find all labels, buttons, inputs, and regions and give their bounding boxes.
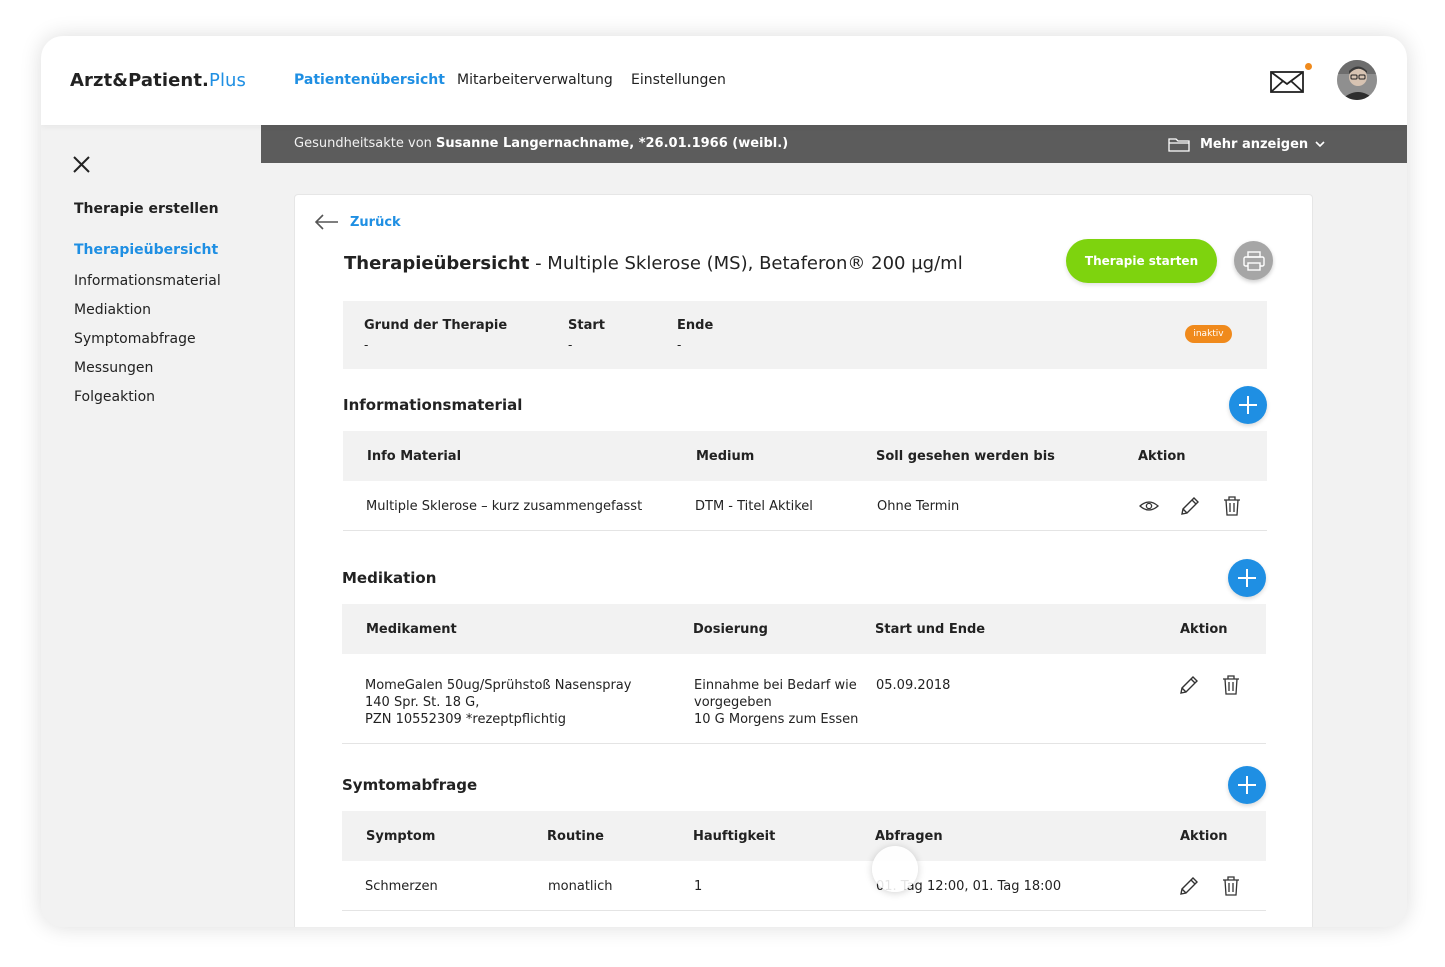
add-medication-button[interactable] xyxy=(1228,559,1266,597)
info-material-title: Informationsmaterial xyxy=(343,396,523,414)
column-header: Aktion xyxy=(1138,449,1186,464)
end-label: Ende xyxy=(677,318,714,333)
drug-line: PZN 10552309 *rezeptpflichtig xyxy=(365,712,567,727)
table-cell: DTM - Titel Aktikel xyxy=(695,499,813,514)
column-header: Soll gesehen werden bis xyxy=(876,449,1055,464)
start-therapy-button[interactable]: Therapie starten xyxy=(1066,239,1217,283)
dose-line: Einnahme bei Bedarf wie xyxy=(694,678,857,693)
edit-icon[interactable] xyxy=(1179,495,1201,517)
nav-staff-management[interactable]: Mitarbeiterverwaltung xyxy=(457,72,613,88)
status-badge: inaktiv xyxy=(1185,325,1232,343)
brand-name: Arzt&Patient. xyxy=(70,70,209,91)
notification-dot xyxy=(1305,63,1312,70)
plus-icon xyxy=(1238,569,1256,587)
page-title: Therapieübersicht - Multiple Sklerose (M… xyxy=(344,253,963,274)
sidebar-item-therapy-overview[interactable]: Therapieübersicht xyxy=(74,242,218,258)
table-cell: Ohne Termin xyxy=(877,499,960,514)
table-row: Multiple Sklerose – kurz zusammengefasst… xyxy=(343,481,1267,531)
nav-patient-overview[interactable]: Patientenübersicht xyxy=(294,72,445,88)
column-header: Abfragen xyxy=(875,829,943,844)
dose-line: 10 G Morgens zum Essen xyxy=(694,712,859,727)
column-header: Routine xyxy=(547,829,604,844)
health-record-bar: Gesundheitsakte von Susanne Langernachna… xyxy=(261,125,1407,163)
health-record-label: Gesundheitsakte von Susanne Langernachna… xyxy=(294,136,788,151)
health-record-prefix: Gesundheitsakte von xyxy=(294,136,432,151)
brand-logo[interactable]: Arzt&Patient.Plus xyxy=(70,70,246,91)
sidebar-item-info-material[interactable]: Informationsmaterial xyxy=(74,273,221,289)
end-value: - xyxy=(677,338,682,352)
delete-icon[interactable] xyxy=(1221,495,1243,517)
start-label: Start xyxy=(568,318,605,333)
envelope-icon[interactable] xyxy=(1270,70,1304,94)
avatar-portrait xyxy=(1337,60,1377,100)
print-button[interactable] xyxy=(1234,241,1273,280)
table-row: Schmerzen monatlich 1 01. Tag 12:00, 01.… xyxy=(342,861,1266,911)
column-header: Symptom xyxy=(366,829,436,844)
drug-line: MomeGalen 50ug/Sprühstoß Nasenspray xyxy=(365,678,632,693)
touch-cursor-indicator xyxy=(872,846,918,892)
date-cell: 05.09.2018 xyxy=(876,678,951,693)
app-window: Arzt&Patient.Plus Patientenübersicht Mit… xyxy=(41,36,1407,927)
delete-icon[interactable] xyxy=(1220,875,1242,897)
user-avatar[interactable] xyxy=(1337,60,1377,100)
brand-plus: Plus xyxy=(208,70,247,91)
back-label: Zurück xyxy=(350,214,401,230)
sidebar-title: Therapie erstellen xyxy=(74,201,219,217)
medication-table-header: Medikament Dosierung Start und Ende Akti… xyxy=(342,604,1266,654)
medication-title: Medikation xyxy=(342,569,437,587)
sidebar-item-mediaktion[interactable]: Mediaktion xyxy=(74,302,151,318)
reason-value: - xyxy=(364,338,369,352)
therapy-card: Zurück Therapieübersicht - Multiple Skle… xyxy=(294,194,1313,927)
column-header: Medikament xyxy=(366,622,457,637)
sidebar-item-symptom-query[interactable]: Symptomabfrage xyxy=(74,331,196,347)
column-header: Info Material xyxy=(367,449,462,464)
column-header: Aktion xyxy=(1180,829,1228,844)
column-header: Dosierung xyxy=(693,622,768,637)
show-more-button[interactable]: Mehr anzeigen xyxy=(1168,134,1326,154)
view-icon[interactable] xyxy=(1138,495,1160,517)
symptom-query-title: Symtomabfrage xyxy=(342,776,478,794)
delete-icon[interactable] xyxy=(1220,674,1242,696)
top-navigation-bar: Arzt&Patient.Plus Patientenübersicht Mit… xyxy=(41,36,1407,125)
column-header: Aktion xyxy=(1180,622,1228,637)
page-title-bold: Therapieübersicht xyxy=(344,253,530,274)
therapy-info-box: Grund der Therapie Start Ende - - - inak… xyxy=(343,301,1267,369)
drug-line: 140 Spr. St. 18 G, xyxy=(365,695,480,710)
table-row: MomeGalen 50ug/Sprühstoß Nasenspray 140 … xyxy=(342,654,1266,744)
info-material-table-header: Info Material Medium Soll gesehen werden… xyxy=(343,431,1267,481)
symptom-table-header: Symptom Routine Hauftigkeit Abfragen Akt… xyxy=(342,811,1266,861)
column-header: Start und Ende xyxy=(875,622,986,637)
sidebar-item-measurements[interactable]: Messungen xyxy=(74,360,153,376)
column-header: Medium xyxy=(696,449,755,464)
dose-line: vorgegeben xyxy=(694,695,772,710)
show-more-label: Mehr anzeigen xyxy=(1200,136,1309,152)
edit-icon[interactable] xyxy=(1178,674,1200,696)
chevron-down-icon xyxy=(1315,141,1325,148)
plus-icon xyxy=(1239,396,1257,414)
table-cell: Multiple Sklerose – kurz zusammengefasst xyxy=(366,499,643,514)
back-link[interactable]: Zurück xyxy=(314,214,401,230)
patient-name: Susanne Langernachname, *26.01.1966 (wei… xyxy=(436,136,789,151)
add-info-material-button[interactable] xyxy=(1229,386,1267,424)
close-icon[interactable] xyxy=(72,155,91,174)
folder-icon xyxy=(1168,138,1190,152)
page-title-rest: - Multiple Sklerose (MS), Betaferon® 200… xyxy=(529,253,963,274)
sidebar: Therapie erstellen Therapieübersicht Inf… xyxy=(41,125,261,927)
table-cell: Schmerzen xyxy=(365,879,438,894)
printer-icon xyxy=(1242,250,1265,271)
column-header: Hauftigkeit xyxy=(693,829,776,844)
start-value: - xyxy=(568,338,573,352)
table-cell: 1 xyxy=(694,879,703,894)
reason-label: Grund der Therapie xyxy=(364,318,508,333)
edit-icon[interactable] xyxy=(1178,875,1200,897)
plus-icon xyxy=(1238,776,1256,794)
table-cell: monatlich xyxy=(548,879,613,894)
add-symptom-button[interactable] xyxy=(1228,766,1266,804)
arrow-left-icon xyxy=(314,214,338,230)
nav-settings[interactable]: Einstellungen xyxy=(631,72,726,88)
sidebar-item-follow-up[interactable]: Folgeaktion xyxy=(74,389,155,405)
